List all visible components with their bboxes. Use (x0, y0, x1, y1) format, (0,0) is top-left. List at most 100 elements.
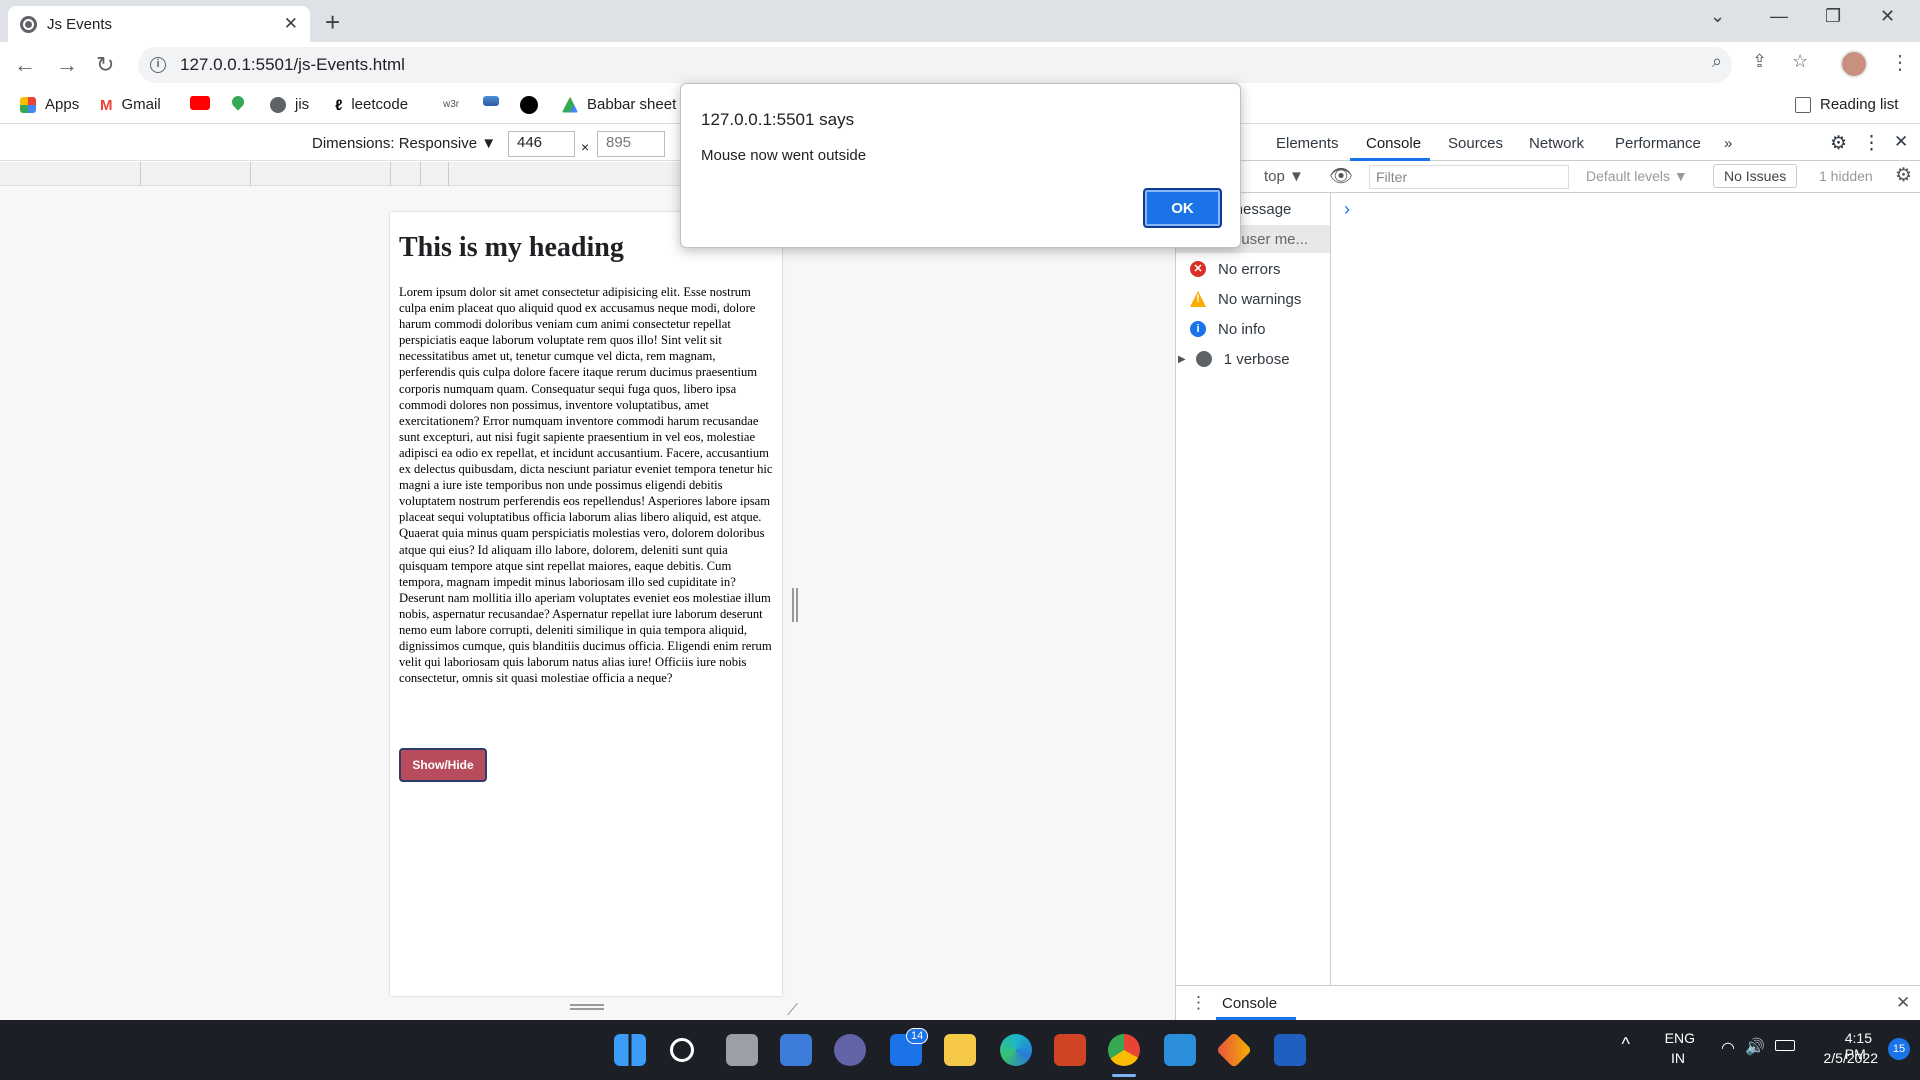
sidebar-item-info[interactable]: i No info (1190, 315, 1266, 343)
close-drawer-icon[interactable]: ✕ (1896, 993, 1910, 1013)
console-prompt[interactable]: › (1344, 199, 1350, 220)
bookmark-youtube[interactable] (190, 96, 219, 110)
bookmark-w3r[interactable]: w3r (443, 99, 459, 110)
sidebar-item-warnings[interactable]: ! No warnings (1190, 285, 1301, 313)
battery-icon[interactable] (1775, 1040, 1795, 1051)
task-view-icon[interactable] (726, 1034, 758, 1066)
bookmark-apps[interactable]: Apps (20, 96, 79, 113)
zoom-icon[interactable]: ⌕ (1712, 51, 1722, 72)
vscode-icon[interactable] (1164, 1034, 1196, 1066)
widgets-icon[interactable] (780, 1034, 812, 1066)
console-settings-icon[interactable]: ⚙ (1895, 164, 1912, 187)
tab-search-icon[interactable]: ⌄ (1710, 6, 1725, 27)
times-symbol: × (581, 139, 590, 155)
powerpoint-icon[interactable] (1054, 1034, 1086, 1066)
bookmark-jis[interactable]: jis (270, 96, 309, 113)
windows-taskbar: 14 ^ ENG IN ◠ 🔊 4:15 PM 2/5/2022 15 (0, 1020, 1920, 1080)
width-input[interactable]: 446 (508, 131, 575, 157)
bookmark-github[interactable] (520, 96, 547, 114)
maps-pin-icon (229, 93, 247, 111)
warning-icon: ! (1190, 291, 1206, 307)
chrome-menu-icon[interactable]: ⋮ (1890, 50, 1910, 75)
tab-console[interactable]: Console (1366, 135, 1421, 152)
reading-list[interactable]: Reading list (1795, 96, 1898, 113)
bookmark-gmail[interactable]: M Gmail (100, 96, 161, 114)
address-bar[interactable]: i 127.0.0.1:5501/js-Events.html (138, 47, 1732, 83)
issues-button[interactable]: No Issues (1713, 164, 1798, 188)
wifi-icon[interactable]: ◠ (1721, 1038, 1735, 1058)
bookmark-site[interactable] (483, 96, 508, 106)
corner-resize-handle[interactable]: ⟋ (787, 1002, 798, 1020)
active-app-indicator (1112, 1074, 1136, 1077)
file-explorer-icon[interactable] (944, 1034, 976, 1066)
bug-icon (1195, 351, 1212, 367)
page-paragraph: Lorem ipsum dolor sit amet consectetur a… (399, 285, 773, 686)
tab-sources[interactable]: Sources (1448, 135, 1503, 152)
sidebar-item-errors[interactable]: ✕ No errors (1190, 255, 1281, 283)
globe-icon (270, 96, 286, 113)
chevron-up-icon[interactable]: ^ (1622, 1034, 1630, 1055)
ruler-divider (140, 162, 141, 186)
teams-chat-icon[interactable] (834, 1034, 866, 1066)
height-resize-handle[interactable] (570, 1004, 604, 1010)
site-info-icon[interactable]: i (150, 57, 166, 73)
bookmark-star-icon[interactable]: ☆ (1792, 51, 1808, 72)
youtube-icon (190, 96, 210, 110)
edge-icon[interactable] (1000, 1034, 1032, 1066)
forward-icon[interactable]: → (56, 52, 78, 78)
close-tab-icon[interactable]: ✕ (284, 14, 298, 34)
start-icon[interactable] (614, 1034, 646, 1066)
minimize-button[interactable]: — (1770, 6, 1788, 27)
eye-icon[interactable]: 👁 (1329, 164, 1353, 188)
search-icon[interactable] (670, 1038, 694, 1062)
bookmark-maps[interactable] (229, 93, 253, 111)
dimensions-dropdown[interactable]: Dimensions: Responsive ▼ (312, 135, 496, 152)
profile-avatar[interactable] (1840, 50, 1868, 78)
width-resize-handle[interactable] (792, 588, 798, 622)
mail-badge: 14 (906, 1028, 929, 1044)
bookmark-leetcode[interactable]: ℓ leetcode (335, 96, 408, 114)
alert-dialog: 127.0.0.1:5501 says Mouse now went outsi… (680, 83, 1241, 248)
powershell-icon[interactable] (1274, 1034, 1306, 1066)
settings-gear-icon[interactable]: ⚙ (1830, 132, 1847, 155)
devtools-menu-icon[interactable]: ⋮ (1862, 132, 1881, 155)
page-heading: This is my heading (399, 232, 624, 263)
tab-elements[interactable]: Elements (1276, 135, 1339, 152)
page-viewport: This is my heading Lorem ipsum dolor sit… (390, 212, 782, 996)
clock-date[interactable]: 2/5/2022 (1824, 1050, 1879, 1066)
context-selector[interactable]: top ▼ (1264, 168, 1304, 185)
share-icon[interactable]: ⇪ (1752, 51, 1767, 72)
reload-icon[interactable]: ↻ (96, 52, 114, 78)
close-devtools-icon[interactable]: ✕ (1894, 132, 1908, 152)
console-filter-input[interactable]: Filter (1369, 165, 1569, 189)
chrome-icon[interactable] (1108, 1034, 1140, 1066)
git-icon[interactable] (1215, 1031, 1253, 1069)
notification-badge[interactable]: 15 (1888, 1038, 1910, 1060)
height-input[interactable]: 895 (597, 131, 665, 157)
expand-arrow-icon[interactable]: ▶ (1178, 354, 1186, 365)
github-icon (520, 96, 538, 114)
reading-list-icon (1795, 96, 1811, 113)
restore-button[interactable]: ❐ (1825, 6, 1841, 27)
bookmark-babbar-sheet[interactable]: Babbar sheet (562, 96, 676, 113)
tab-performance[interactable]: Performance (1615, 135, 1701, 152)
language-code[interactable]: ENG (1665, 1030, 1695, 1046)
volume-icon[interactable]: 🔊 (1745, 1037, 1765, 1057)
ruler-divider (250, 162, 251, 186)
show-hide-button[interactable]: Show/Hide (399, 748, 487, 782)
more-tabs-icon[interactable]: » (1724, 135, 1732, 152)
drawer-menu-icon[interactable]: ⋮ (1190, 993, 1207, 1013)
tab-network[interactable]: Network (1529, 135, 1584, 152)
sidebar-item-verbose[interactable]: ▶ 1 verbose (1178, 345, 1290, 373)
log-levels-dropdown[interactable]: Default levels ▼ (1586, 168, 1688, 184)
drawer-tab-console[interactable]: Console (1222, 995, 1277, 1012)
browser-tab[interactable]: Js Events ✕ (8, 6, 310, 42)
back-icon[interactable]: ← (14, 52, 36, 78)
ok-button[interactable]: OK (1143, 188, 1222, 228)
new-tab-button[interactable]: + (325, 7, 340, 38)
ruler-divider (390, 162, 391, 186)
close-window-button[interactable]: ✕ (1880, 6, 1895, 27)
site-icon (483, 96, 499, 106)
dialog-message: Mouse now went outside (701, 147, 867, 164)
region-code: IN (1671, 1050, 1685, 1066)
